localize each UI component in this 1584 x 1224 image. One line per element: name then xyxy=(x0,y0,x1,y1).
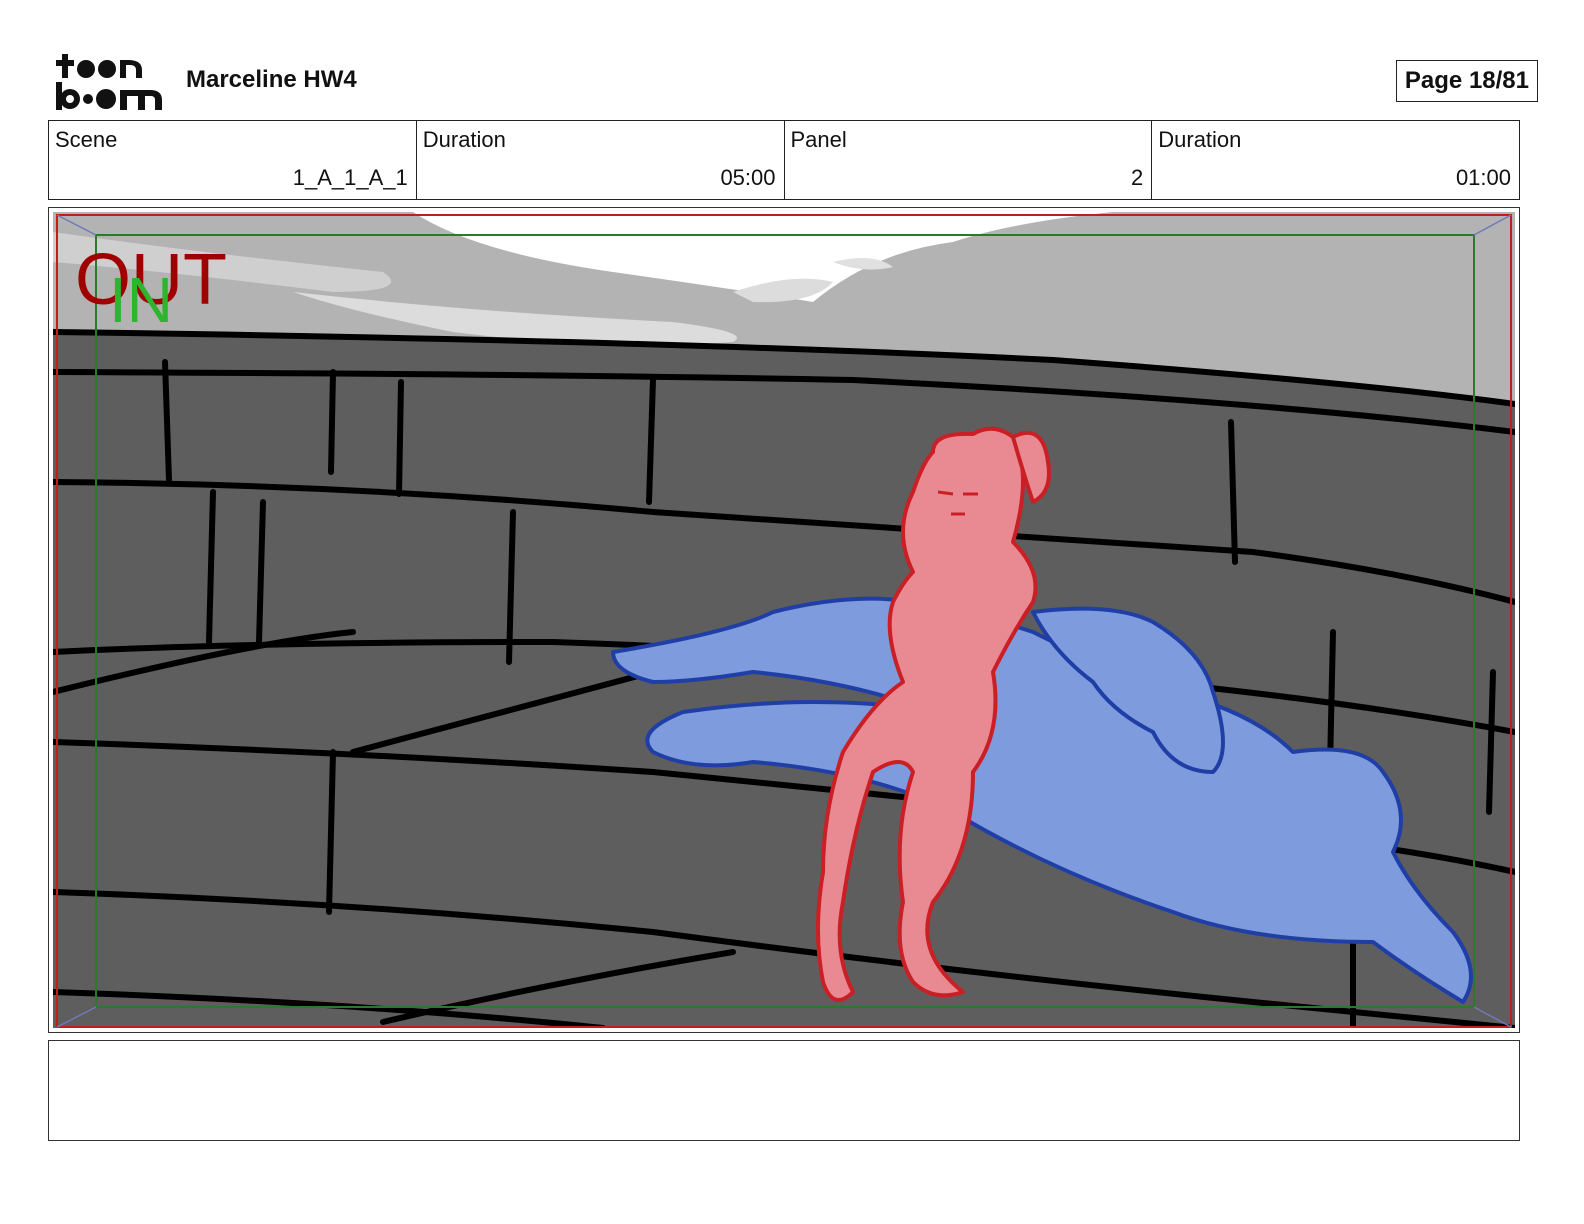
action-notes-box xyxy=(48,1040,1520,1141)
panel-duration-value: 01:00 xyxy=(1455,165,1511,190)
scene-duration-label: Duration xyxy=(422,127,506,152)
in-marker: IN xyxy=(109,264,173,336)
header: Marceline HW4 Page 18/81 xyxy=(48,48,1538,118)
scene-cell: Scene 1_A_1_A_1 xyxy=(49,121,417,199)
scene-duration-cell: Duration 05:00 xyxy=(417,121,785,199)
scene-duration-value: 05:00 xyxy=(720,165,776,190)
panel-duration-cell: Duration 01:00 xyxy=(1152,121,1519,199)
panel-duration-label: Duration xyxy=(1158,127,1242,152)
panel-value: 2 xyxy=(1131,165,1144,190)
page-indicator: Page 18/81 xyxy=(1395,60,1538,102)
scene-label: Scene xyxy=(55,127,118,152)
storyboard-panel: OUT IN xyxy=(48,207,1520,1033)
project-title: Marceline HW4 xyxy=(186,66,357,93)
panel-cell: Panel 2 xyxy=(785,121,1153,199)
panel-label: Panel xyxy=(790,127,847,152)
scene-value: 1_A_1_A_1 xyxy=(292,165,408,190)
panel-info-table: Scene 1_A_1_A_1 Duration 05:00 Panel 2 D… xyxy=(48,120,1520,200)
panel-image: OUT IN xyxy=(53,212,1515,1028)
toonboom-logo xyxy=(52,52,164,112)
